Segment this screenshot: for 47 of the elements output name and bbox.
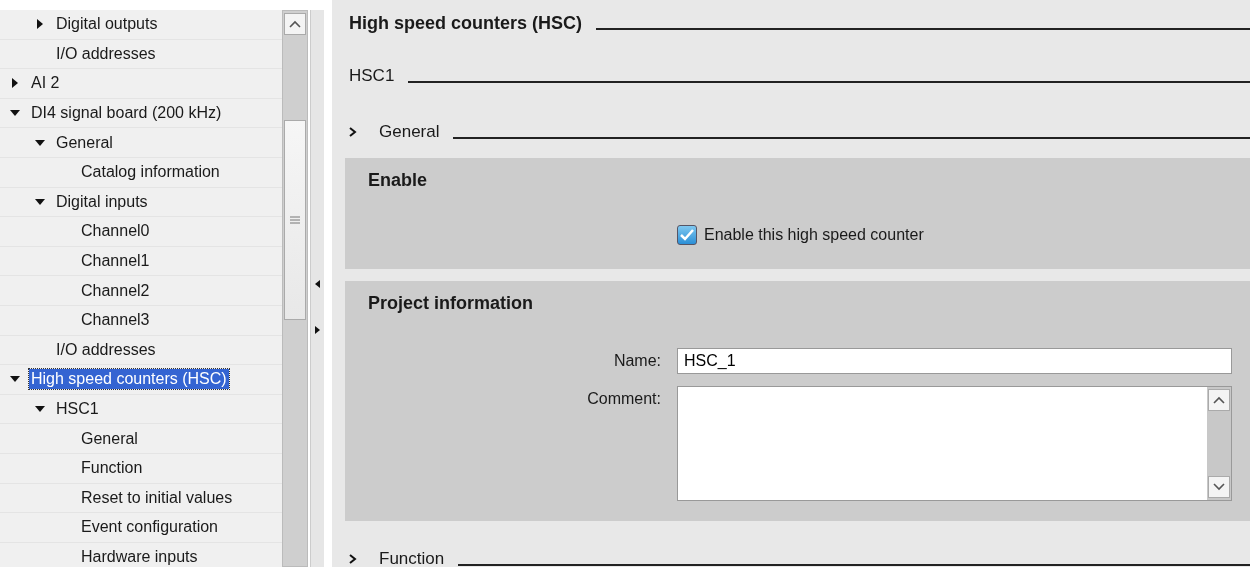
tree-item[interactable]: Digital outputs bbox=[54, 14, 160, 35]
expanded-arrow-icon[interactable] bbox=[33, 196, 47, 207]
expanded-arrow-icon[interactable] bbox=[33, 137, 47, 148]
up-chevron-icon[interactable] bbox=[289, 20, 301, 28]
panel-title: Project information bbox=[368, 293, 534, 314]
down-chevron-icon[interactable] bbox=[1213, 483, 1225, 491]
tree-item[interactable]: General bbox=[79, 428, 140, 449]
tree-item[interactable]: I/O addresses bbox=[54, 339, 158, 360]
tree-item[interactable]: Function bbox=[79, 458, 145, 479]
scroll-up-button[interactable] bbox=[1208, 389, 1230, 411]
chevron-right-icon[interactable] bbox=[349, 554, 357, 564]
tree-item[interactable]: I/O addresses bbox=[54, 43, 158, 64]
field-label: Name: bbox=[613, 351, 661, 370]
tree-item[interactable]: Event configuration bbox=[79, 517, 220, 538]
grip-icon bbox=[290, 216, 300, 224]
up-chevron-icon[interactable] bbox=[1213, 396, 1225, 404]
tree-item[interactable]: Reset to initial values bbox=[79, 487, 235, 508]
comment-field[interactable] bbox=[677, 386, 1232, 501]
group-title[interactable]: Function bbox=[379, 549, 445, 567]
expanded-arrow-icon[interactable] bbox=[33, 404, 47, 414]
tree-item[interactable]: Channel0 bbox=[79, 221, 152, 242]
scroll-up-button[interactable] bbox=[284, 13, 306, 35]
scrollbar[interactable] bbox=[282, 10, 308, 567]
right-arrow-icon[interactable] bbox=[315, 326, 320, 334]
scroll-down-button[interactable] bbox=[1208, 476, 1230, 498]
group-title[interactable]: General bbox=[379, 122, 440, 142]
tree-item[interactable]: Hardware inputs bbox=[79, 547, 200, 567]
section-subheading: HSC1 bbox=[349, 66, 395, 86]
panel-title: Enable bbox=[368, 170, 429, 191]
tree-item[interactable]: High speed counters (HSC) bbox=[29, 369, 229, 390]
tree-item[interactable]: HSC1 bbox=[54, 399, 101, 419]
name-field[interactable]: HSC_1 bbox=[677, 348, 1232, 374]
tree-item[interactable]: General bbox=[54, 132, 115, 153]
chevron-right-icon[interactable] bbox=[349, 127, 357, 137]
tree-item[interactable]: Channel2 bbox=[79, 280, 152, 301]
tree-item[interactable]: Channel1 bbox=[79, 251, 152, 272]
checkbox[interactable] bbox=[677, 225, 697, 245]
checkbox-label[interactable]: Enable this high speed counter bbox=[704, 226, 924, 244]
scroll-thumb[interactable] bbox=[284, 120, 306, 320]
tree-item[interactable]: AI 2 bbox=[29, 73, 62, 94]
tree-item[interactable]: Catalog information bbox=[79, 162, 222, 183]
tree-item[interactable]: DI4 signal board (200 kHz) bbox=[29, 103, 224, 124]
tree-item[interactable]: Digital inputs bbox=[54, 191, 150, 212]
section-heading: High speed counters (HSC) bbox=[349, 12, 583, 34]
left-arrow-icon[interactable] bbox=[315, 280, 320, 288]
field-label: Comment: bbox=[587, 389, 661, 408]
tree-item[interactable]: Channel3 bbox=[79, 310, 152, 331]
